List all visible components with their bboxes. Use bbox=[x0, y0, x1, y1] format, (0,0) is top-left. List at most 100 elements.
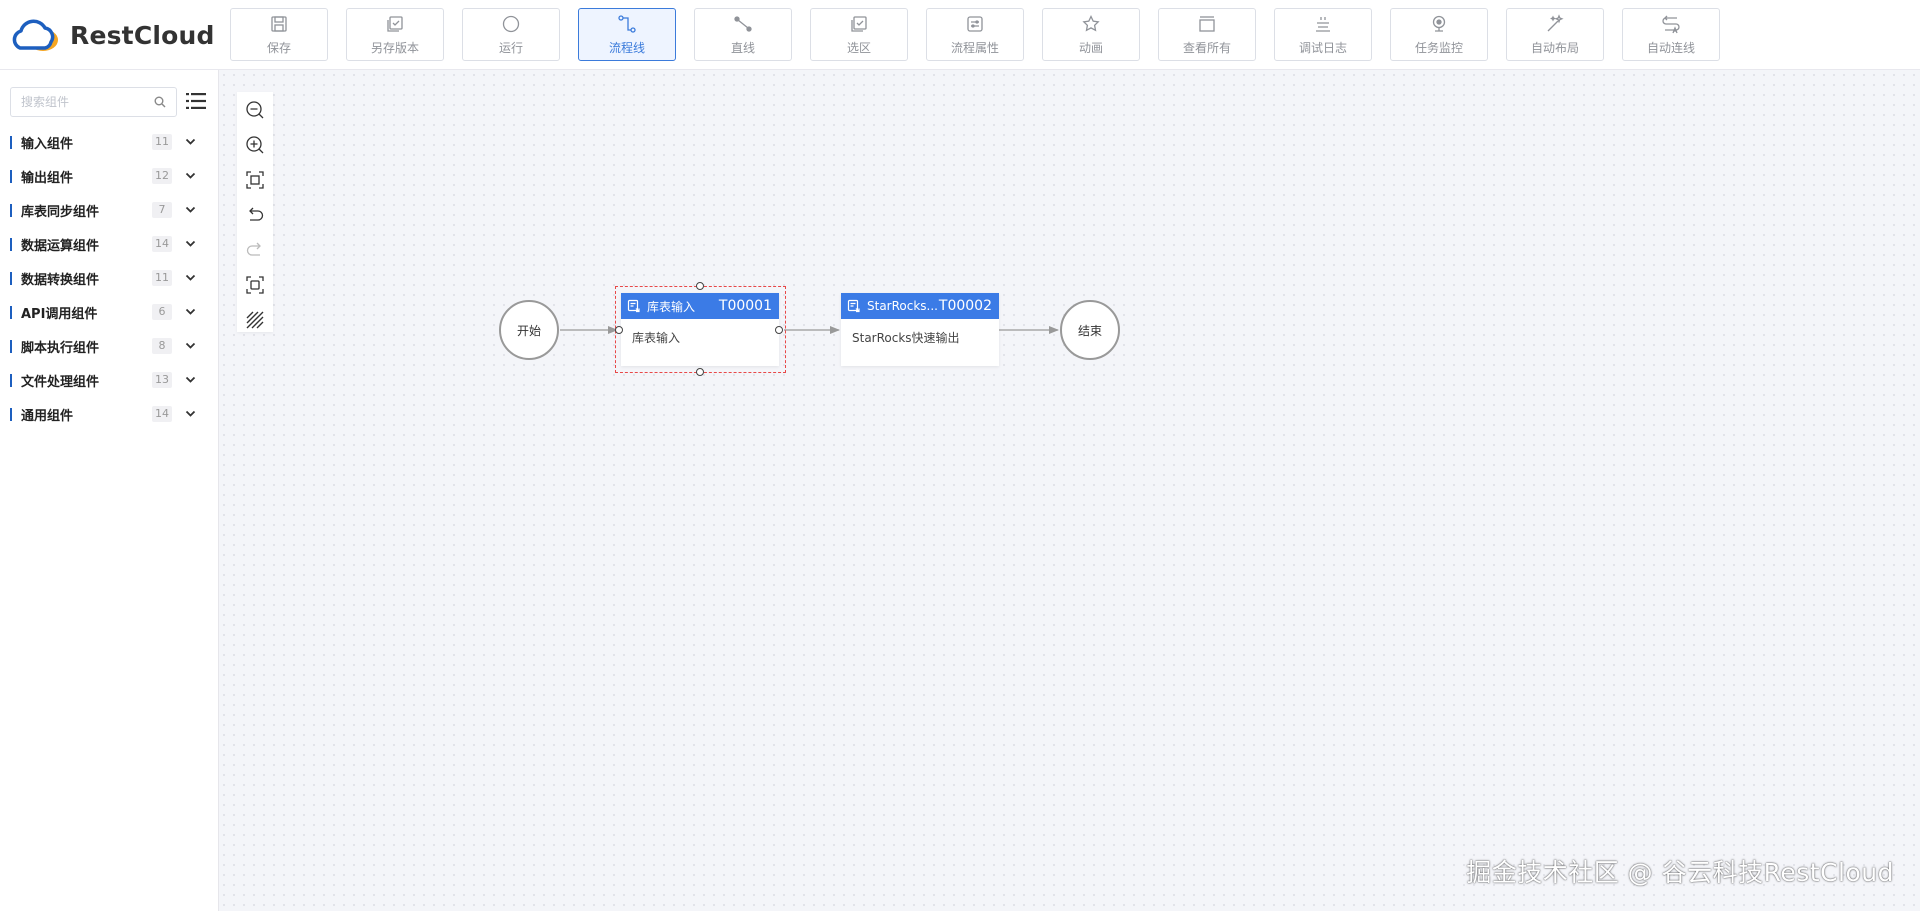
category-count: 7 bbox=[152, 202, 172, 218]
flow-canvas[interactable]: 开始 库表输入 T00001 库表输入 StarRocks... T00002 … bbox=[219, 70, 1920, 911]
chevron-down-icon[interactable] bbox=[185, 341, 196, 350]
category-name: API调用组件 bbox=[21, 306, 98, 322]
chevron-down-icon[interactable] bbox=[185, 375, 196, 384]
select-area-button[interactable]: 选区 bbox=[810, 8, 908, 61]
task-id: T00002 bbox=[938, 298, 992, 314]
task-title: StarRocks... bbox=[867, 299, 938, 313]
brand-logo: RestCloud bbox=[10, 14, 215, 56]
category-name: 文件处理组件 bbox=[21, 374, 100, 390]
cloud-logo-icon bbox=[12, 19, 58, 51]
category-general[interactable]: 通用组件 14 bbox=[0, 397, 219, 431]
category-name: 数据转换组件 bbox=[21, 272, 100, 288]
task-header: 库表输入 T00001 bbox=[621, 293, 779, 319]
chevron-down-icon[interactable] bbox=[185, 137, 196, 146]
animation-button[interactable]: 动画 bbox=[1042, 8, 1140, 61]
debug-log-icon bbox=[1316, 16, 1330, 32]
category-data-transform[interactable]: 数据转换组件 11 bbox=[0, 261, 219, 295]
task-monitor-icon bbox=[1432, 15, 1446, 32]
category-name: 通用组件 bbox=[21, 408, 74, 424]
animation-icon bbox=[1082, 14, 1100, 32]
auto-layout-label: 自动布局 bbox=[1530, 40, 1579, 55]
category-count: 8 bbox=[152, 338, 172, 354]
run-icon bbox=[502, 15, 520, 32]
category-input[interactable]: 输入组件 11 bbox=[0, 125, 219, 159]
view-all-icon bbox=[1199, 15, 1215, 32]
chevron-down-icon[interactable] bbox=[185, 205, 196, 214]
flow-line-button[interactable]: 流程线 bbox=[578, 8, 676, 61]
list-view-icon[interactable] bbox=[186, 92, 206, 110]
category-count: 6 bbox=[152, 304, 172, 320]
category-marker bbox=[10, 204, 12, 217]
chevron-down-icon[interactable] bbox=[185, 239, 196, 248]
debug-log-button[interactable]: 调试日志 bbox=[1274, 8, 1372, 61]
connect-handle-top[interactable] bbox=[696, 282, 704, 290]
end-node[interactable]: 结束 bbox=[1060, 300, 1120, 360]
category-marker bbox=[10, 136, 12, 149]
select-area-label: 选区 bbox=[846, 40, 871, 55]
category-marker bbox=[10, 238, 12, 251]
category-marker bbox=[10, 272, 12, 285]
view-all-button[interactable]: 查看所有 bbox=[1158, 8, 1256, 61]
category-name: 输入组件 bbox=[21, 136, 74, 152]
flow-properties-icon bbox=[967, 15, 983, 32]
task-description: StarRocks快速输出 bbox=[852, 331, 960, 345]
watermark: 掘金技术社区 @ 谷云科技RestCloud bbox=[1466, 858, 1894, 887]
chevron-down-icon[interactable] bbox=[185, 171, 196, 180]
task-id: T00001 bbox=[718, 298, 772, 314]
connect-handle-bottom[interactable] bbox=[696, 368, 704, 376]
save-button[interactable]: 保存 bbox=[230, 8, 328, 61]
save-version-button[interactable]: 另存版本 bbox=[346, 8, 444, 61]
category-count: 11 bbox=[152, 134, 172, 150]
category-file-processing[interactable]: 文件处理组件 13 bbox=[0, 363, 219, 397]
category-list: 输入组件 11 输出组件 12 库表同步组件 7 数据运算组件 14 数据转换组件 11 … bbox=[0, 125, 219, 431]
auto-connect-label: 自动连线 bbox=[1646, 40, 1695, 55]
chevron-down-icon[interactable] bbox=[185, 307, 196, 316]
chevron-down-icon[interactable] bbox=[185, 273, 196, 282]
flow-properties-button[interactable]: 流程属性 bbox=[926, 8, 1024, 61]
category-count: 14 bbox=[152, 236, 172, 252]
connect-handle-left[interactable] bbox=[615, 326, 623, 334]
app-header: RestCloud 保存 另存版本 运行 流程线 直线 选区 流程属性 动画 查… bbox=[0, 0, 1920, 70]
select-area-icon bbox=[851, 15, 867, 32]
search-icon[interactable] bbox=[154, 96, 166, 108]
brand-name: RestCloud bbox=[70, 20, 215, 50]
straight-line-icon bbox=[734, 15, 752, 32]
auto-layout-icon bbox=[1547, 13, 1564, 31]
run-button[interactable]: 运行 bbox=[462, 8, 560, 61]
animation-label: 动画 bbox=[1078, 40, 1103, 55]
component-search bbox=[10, 87, 177, 117]
category-data-compute[interactable]: 数据运算组件 14 bbox=[0, 227, 219, 261]
category-table-sync[interactable]: 库表同步组件 7 bbox=[0, 193, 219, 227]
save-version-icon bbox=[387, 15, 403, 32]
start-node-label: 开始 bbox=[516, 323, 541, 338]
end-node-label: 结束 bbox=[1077, 323, 1102, 338]
category-marker bbox=[10, 170, 12, 183]
category-marker bbox=[10, 306, 12, 319]
toolbar: 保存 另存版本 运行 流程线 直线 选区 流程属性 动画 查看所有 调试日志 任… bbox=[230, 8, 1738, 61]
flow-properties-label: 流程属性 bbox=[950, 40, 999, 55]
view-all-label: 查看所有 bbox=[1182, 40, 1231, 55]
straight-line-button[interactable]: 直线 bbox=[694, 8, 792, 61]
category-count: 14 bbox=[152, 406, 172, 422]
task-node-t00002[interactable]: StarRocks... T00002 StarRocks快速输出 bbox=[841, 293, 999, 366]
connect-handle-right[interactable] bbox=[775, 326, 783, 334]
category-api-call[interactable]: API调用组件 6 bbox=[0, 295, 219, 329]
save-icon bbox=[271, 15, 287, 32]
task-node-icon bbox=[847, 299, 860, 313]
category-name: 输出组件 bbox=[21, 170, 74, 186]
category-output[interactable]: 输出组件 12 bbox=[0, 159, 219, 193]
run-label: 运行 bbox=[498, 40, 523, 55]
debug-log-label: 调试日志 bbox=[1298, 40, 1347, 55]
category-script-exec[interactable]: 脚本执行组件 8 bbox=[0, 329, 219, 363]
start-node[interactable]: 开始 bbox=[499, 300, 559, 360]
chevron-down-icon[interactable] bbox=[185, 409, 196, 418]
search-input[interactable] bbox=[11, 88, 151, 116]
task-node-t00001[interactable]: 库表输入 T00001 库表输入 bbox=[621, 293, 779, 366]
auto-connect-button[interactable]: 自动连线 bbox=[1622, 8, 1720, 61]
auto-layout-button[interactable]: 自动布局 bbox=[1506, 8, 1604, 61]
task-node-icon bbox=[627, 299, 640, 313]
straight-line-label: 直线 bbox=[730, 40, 755, 55]
task-monitor-button[interactable]: 任务监控 bbox=[1390, 8, 1488, 61]
category-name: 脚本执行组件 bbox=[21, 340, 100, 356]
flow-line-label: 流程线 bbox=[608, 40, 645, 55]
